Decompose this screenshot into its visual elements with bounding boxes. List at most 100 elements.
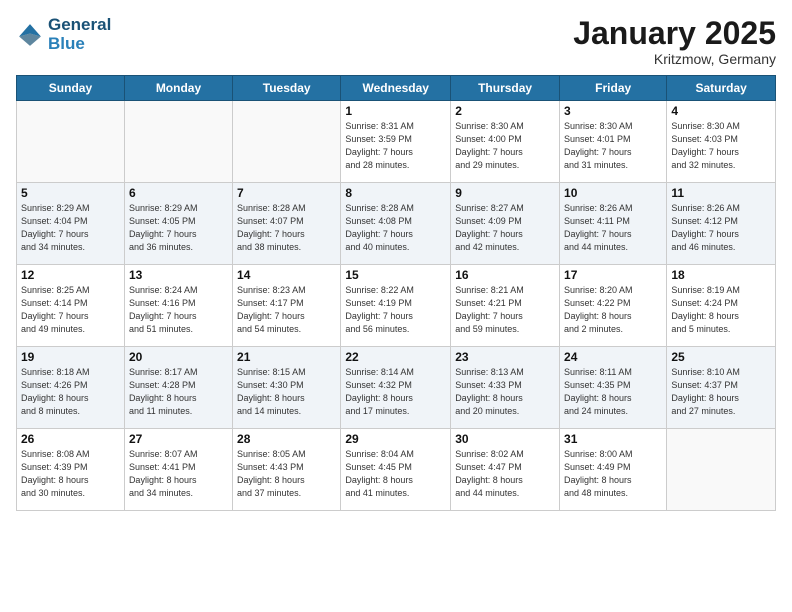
day-info: Sunrise: 8:23 AMSunset: 4:17 PMDaylight:… [237, 284, 336, 336]
day-info: Sunrise: 8:29 AMSunset: 4:04 PMDaylight:… [21, 202, 120, 254]
day-number: 19 [21, 350, 120, 364]
day-info: Sunrise: 8:10 AMSunset: 4:37 PMDaylight:… [671, 366, 771, 418]
logo-icon [16, 21, 44, 49]
day-number: 7 [237, 186, 336, 200]
calendar-cell: 30Sunrise: 8:02 AMSunset: 4:47 PMDayligh… [451, 429, 560, 511]
calendar-cell: 18 Sunrise: 8:19 AMSunset: 4:24 PMDayligh… [667, 265, 776, 347]
day-number: 20 [129, 350, 228, 364]
day-info: Sunrise: 8:26 AMSunset: 4:11 PMDaylight:… [564, 202, 662, 254]
calendar-cell: 26Sunrise: 8:08 AMSunset: 4:39 PMDayligh… [17, 429, 125, 511]
calendar-cell: 7Sunrise: 8:28 AMSunset: 4:07 PMDaylight… [233, 183, 341, 265]
calendar-cell: 25 Sunrise: 8:10 AMSunset: 4:37 PMDayligh… [667, 347, 776, 429]
day-number: 31 [564, 432, 662, 446]
day-info: Sunrise: 8:14 AMSunset: 4:32 PMDaylight:… [345, 366, 446, 418]
day-number: 2 [455, 104, 555, 118]
day-number: 23 [455, 350, 555, 364]
day-info: Sunrise: 8:30 AMSunset: 4:03 PMDaylight:… [671, 120, 771, 172]
calendar-cell [124, 101, 232, 183]
day-info: Sunrise: 8:17 AMSunset: 4:28 PMDaylight:… [129, 366, 228, 418]
calendar-cell: 15 Sunrise: 8:22 AMSunset: 4:19 PMDayligh… [341, 265, 451, 347]
day-info: Sunrise: 8:25 AMSunset: 4:14 PMDaylight:… [21, 284, 120, 336]
calendar-cell: 8 Sunrise: 8:28 AMSunset: 4:08 PMDaylight… [341, 183, 451, 265]
day-number: 17 [564, 268, 662, 282]
day-info: Sunrise: 8:04 AMSunset: 4:45 PMDaylight:… [345, 448, 446, 500]
day-number: 21 [237, 350, 336, 364]
weekday-wednesday: Wednesday [341, 76, 451, 101]
day-info: Sunrise: 8:00 AMSunset: 4:49 PMDaylight:… [564, 448, 662, 500]
calendar-cell: 17Sunrise: 8:20 AMSunset: 4:22 PMDayligh… [560, 265, 667, 347]
day-info: Sunrise: 8:08 AMSunset: 4:39 PMDaylight:… [21, 448, 120, 500]
calendar-cell: 10 Sunrise: 8:26 AMSunset: 4:11 PMDayligh… [560, 183, 667, 265]
day-info: Sunrise: 8:30 AMSunset: 4:00 PMDaylight:… [455, 120, 555, 172]
calendar-cell: 11Sunrise: 8:26 AMSunset: 4:12 PMDayligh… [667, 183, 776, 265]
day-info: Sunrise: 8:15 AMSunset: 4:30 PMDaylight:… [237, 366, 336, 418]
day-number: 18 [671, 268, 771, 282]
day-info: Sunrise: 8:19 AMSunset: 4:24 PMDaylight:… [671, 284, 771, 336]
day-info: Sunrise: 8:29 AMSunset: 4:05 PMDaylight:… [129, 202, 228, 254]
calendar-cell: 22 Sunrise: 8:14 AMSunset: 4:32 PMDayligh… [341, 347, 451, 429]
weekday-monday: Monday [124, 76, 232, 101]
calendar-cell: 1Sunrise: 8:31 AMSunset: 3:59 PMDaylight… [341, 101, 451, 183]
weekday-sunday: Sunday [17, 76, 125, 101]
day-number: 16 [455, 268, 555, 282]
day-number: 27 [129, 432, 228, 446]
day-info: Sunrise: 8:02 AMSunset: 4:47 PMDaylight:… [455, 448, 555, 500]
calendar-cell: 9Sunrise: 8:27 AMSunset: 4:09 PMDaylight… [451, 183, 560, 265]
calendar-cell: 20 Sunrise: 8:17 AMSunset: 4:28 PMDayligh… [124, 347, 232, 429]
day-number: 15 [345, 268, 446, 282]
calendar-week-row-2: 5 Sunrise: 8:29 AMSunset: 4:04 PMDaylight… [17, 183, 776, 265]
weekday-saturday: Saturday [667, 76, 776, 101]
day-number: 6 [129, 186, 228, 200]
day-number: 5 [21, 186, 120, 200]
calendar-cell: 31 Sunrise: 8:00 AMSunset: 4:49 PMDayligh… [560, 429, 667, 511]
day-number: 3 [564, 104, 662, 118]
day-info: Sunrise: 8:30 AMSunset: 4:01 PMDaylight:… [564, 120, 662, 172]
day-info: Sunrise: 8:31 AMSunset: 3:59 PMDaylight:… [345, 120, 446, 172]
location: Kritzmow, Germany [573, 51, 776, 67]
calendar-week-row-5: 26Sunrise: 8:08 AMSunset: 4:39 PMDayligh… [17, 429, 776, 511]
day-number: 13 [129, 268, 228, 282]
month-title: January 2025 [573, 16, 776, 51]
calendar-cell: 23 Sunrise: 8:13 AMSunset: 4:33 PMDayligh… [451, 347, 560, 429]
day-info: Sunrise: 8:24 AMSunset: 4:16 PMDaylight:… [129, 284, 228, 336]
day-number: 12 [21, 268, 120, 282]
calendar-cell: 2 Sunrise: 8:30 AMSunset: 4:00 PMDaylight… [451, 101, 560, 183]
day-info: Sunrise: 8:18 AMSunset: 4:26 PMDaylight:… [21, 366, 120, 418]
header: General Blue January 2025 Kritzmow, Germ… [16, 16, 776, 67]
calendar-week-row-1: 1Sunrise: 8:31 AMSunset: 3:59 PMDaylight… [17, 101, 776, 183]
day-number: 9 [455, 186, 555, 200]
calendar-cell: 27Sunrise: 8:07 AMSunset: 4:41 PMDayligh… [124, 429, 232, 511]
page: General Blue January 2025 Kritzmow, Germ… [0, 0, 792, 612]
calendar-cell: 19 Sunrise: 8:18 AMSunset: 4:26 PMDayligh… [17, 347, 125, 429]
day-info: Sunrise: 8:13 AMSunset: 4:33 PMDaylight:… [455, 366, 555, 418]
day-number: 4 [671, 104, 771, 118]
calendar-cell: 21 Sunrise: 8:15 AMSunset: 4:30 PMDayligh… [233, 347, 341, 429]
logo: General Blue [16, 16, 111, 53]
title-block: January 2025 Kritzmow, Germany [573, 16, 776, 67]
calendar-cell: 29Sunrise: 8:04 AMSunset: 4:45 PMDayligh… [341, 429, 451, 511]
day-number: 11 [671, 186, 771, 200]
day-number: 24 [564, 350, 662, 364]
calendar-table: SundayMondayTuesdayWednesdayThursdayFrid… [16, 75, 776, 511]
calendar-cell: 16Sunrise: 8:21 AMSunset: 4:21 PMDayligh… [451, 265, 560, 347]
day-number: 25 [671, 350, 771, 364]
calendar-cell: 13 Sunrise: 8:24 AMSunset: 4:16 PMDayligh… [124, 265, 232, 347]
day-number: 22 [345, 350, 446, 364]
day-info: Sunrise: 8:28 AMSunset: 4:08 PMDaylight:… [345, 202, 446, 254]
weekday-thursday: Thursday [451, 76, 560, 101]
day-number: 8 [345, 186, 446, 200]
day-info: Sunrise: 8:05 AMSunset: 4:43 PMDaylight:… [237, 448, 336, 500]
calendar-cell [17, 101, 125, 183]
day-number: 10 [564, 186, 662, 200]
day-info: Sunrise: 8:22 AMSunset: 4:19 PMDaylight:… [345, 284, 446, 336]
calendar-cell: 28Sunrise: 8:05 AMSunset: 4:43 PMDayligh… [233, 429, 341, 511]
weekday-friday: Friday [560, 76, 667, 101]
calendar-cell: 5 Sunrise: 8:29 AMSunset: 4:04 PMDaylight… [17, 183, 125, 265]
calendar-cell: 6 Sunrise: 8:29 AMSunset: 4:05 PMDaylight… [124, 183, 232, 265]
weekday-tuesday: Tuesday [233, 76, 341, 101]
calendar-cell: 24Sunrise: 8:11 AMSunset: 4:35 PMDayligh… [560, 347, 667, 429]
calendar-cell: 4 Sunrise: 8:30 AMSunset: 4:03 PMDaylight… [667, 101, 776, 183]
calendar-cell [667, 429, 776, 511]
day-number: 14 [237, 268, 336, 282]
calendar-cell: 14 Sunrise: 8:23 AMSunset: 4:17 PMDayligh… [233, 265, 341, 347]
